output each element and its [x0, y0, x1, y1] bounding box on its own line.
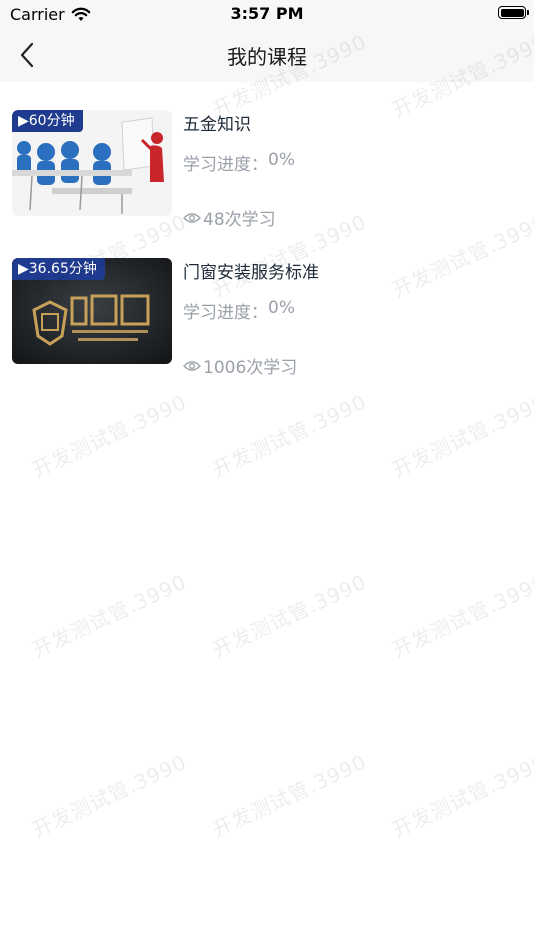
course-views: 1006次学习 [183, 353, 297, 378]
duration-badge: ▶60分钟 [12, 110, 83, 132]
watermark: 开发测试管.3990 [208, 749, 371, 843]
navigation-bar: 我的课程 [0, 28, 534, 82]
watermark: 开发测试管.3990 [388, 749, 534, 843]
battery-icon [498, 6, 529, 19]
watermark: 开发测试管.3990 [28, 749, 191, 843]
watermark: 开发测试管.3990 [28, 389, 191, 483]
course-list: ▶60分钟 五金知识 学习进度： 0% 48次学习 ▶36.65分钟 门窗安装服… [0, 82, 534, 378]
status-time: 3:57 PM [230, 4, 304, 23]
view-count: 1006次学习 [203, 358, 298, 378]
course-progress: 学习进度： 0% [183, 150, 295, 175]
course-views: 48次学习 [183, 205, 276, 230]
progress-value: 0% [268, 150, 295, 170]
course-item[interactable]: ▶60分钟 五金知识 学习进度： 0% 48次学习 [0, 82, 534, 230]
page-title: 我的课程 [227, 45, 307, 69]
course-progress: 学习进度： 0% [183, 298, 295, 323]
progress-label: 学习进度： [183, 303, 268, 323]
course-thumbnail[interactable]: ▶36.65分钟 [12, 258, 172, 364]
status-bar: Carrier 3:57 PM [0, 0, 534, 28]
watermark: 开发测试管.3990 [208, 569, 371, 663]
progress-label: 学习进度： [183, 155, 268, 175]
course-title: 五金知识 [183, 115, 251, 135]
view-count: 48次学习 [203, 210, 276, 230]
eye-icon [183, 212, 201, 223]
progress-value: 0% [268, 298, 295, 318]
watermark: 开发测试管.3990 [28, 569, 191, 663]
watermark: 开发测试管.3990 [388, 389, 534, 483]
course-item[interactable]: ▶36.65分钟 门窗安装服务标准 学习进度： 0% 1006次学习 [0, 230, 534, 378]
course-title: 门窗安装服务标准 [183, 263, 319, 283]
course-thumbnail[interactable]: ▶60分钟 [12, 110, 172, 216]
eye-icon [183, 360, 201, 371]
watermark: 开发测试管.3990 [388, 569, 534, 663]
watermark: 开发测试管.3990 [208, 389, 371, 483]
duration-badge: ▶36.65分钟 [12, 258, 105, 280]
